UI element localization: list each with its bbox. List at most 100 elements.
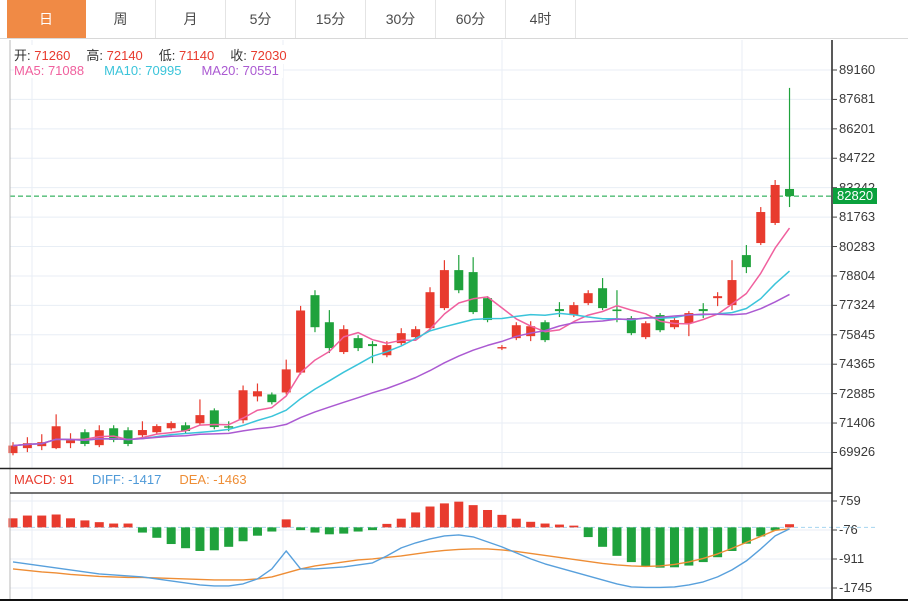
- candle-body: [468, 272, 478, 313]
- axis-tick-label: 86201: [839, 120, 876, 136]
- field-label: 低:: [158, 48, 176, 63]
- macd-bar: [281, 519, 291, 528]
- axis-tick-label: 75845: [839, 326, 876, 342]
- candle-body: [770, 184, 780, 223]
- macd-bar: [224, 527, 234, 547]
- candle-body: [152, 426, 162, 433]
- candle-body: [281, 369, 291, 393]
- readout-field: 低: 71140: [159, 45, 214, 64]
- macd-bar: [296, 527, 306, 531]
- macd-bar: [612, 527, 622, 556]
- tab-月[interactable]: 月: [156, 0, 226, 38]
- candle-body: [425, 292, 435, 329]
- macd-bar: [439, 503, 449, 528]
- gridlines: [10, 40, 832, 600]
- macd-bar: [324, 527, 334, 535]
- field-value: 71140: [175, 48, 215, 63]
- tab-60分[interactable]: 60分: [436, 0, 506, 38]
- candle-body: [267, 394, 277, 403]
- macd-bar: [684, 527, 694, 566]
- field-value: 72030: [246, 48, 287, 63]
- readout-field: MA5: 71088: [14, 63, 84, 78]
- candle-body: [612, 309, 622, 312]
- axis-tick-label: 87681: [839, 91, 876, 107]
- macd-bar: [209, 527, 219, 551]
- ma10-line: [12, 270, 791, 447]
- macd-bar: [66, 518, 76, 528]
- axis-tick-label: 78804: [839, 267, 876, 283]
- macd-bar: [22, 515, 32, 528]
- field-label: DEA:: [179, 472, 210, 487]
- readout-field: 高: 72140: [86, 45, 142, 64]
- tab-15分[interactable]: 15分: [296, 0, 366, 38]
- tab-日[interactable]: 日: [7, 0, 86, 38]
- macd-bar: [497, 514, 507, 528]
- candle-body: [296, 310, 306, 373]
- kline-chart-app: 日周月 5分 15分 30分 60分 4时 开: 71260 高: 72140 低: 7114…: [0, 0, 908, 602]
- field-value: 71260: [30, 48, 71, 63]
- macd-bar: [425, 506, 435, 528]
- ma-readout: MA5: 71088 MA10: 70995 MA20: 70551: [14, 63, 283, 78]
- field-value: 91: [55, 472, 74, 487]
- candle-body: [785, 188, 795, 197]
- field-label: DIFF:: [91, 472, 125, 487]
- macd-bar: [181, 527, 191, 549]
- axis-tick-label: 69926: [839, 444, 876, 460]
- chart-canvas[interactable]: [0, 0, 908, 602]
- macd-bar: [785, 524, 795, 528]
- macd-bar: [396, 518, 406, 528]
- tab-30分[interactable]: 30分: [366, 0, 436, 38]
- macd-bar: [51, 514, 61, 528]
- macd-bar: [526, 521, 536, 528]
- candle-body: [583, 293, 593, 304]
- macd-bar: [554, 524, 564, 528]
- axis-tick-label: -911: [839, 551, 865, 566]
- macd-bar: [37, 515, 47, 528]
- axis-tick-label: 89160: [839, 62, 876, 77]
- candle-body: [252, 391, 262, 397]
- candle-body: [641, 323, 651, 338]
- macd-bar: [382, 523, 392, 528]
- field-label: 高:: [86, 48, 104, 63]
- candle-body: [66, 440, 76, 444]
- macd-bar: [641, 527, 651, 567]
- readout-field: 收: 72030: [230, 45, 286, 64]
- macd-bar: [238, 527, 248, 542]
- candle-body: [554, 309, 564, 312]
- axis-tick-label: 74365: [839, 356, 876, 372]
- field-value: -1417: [124, 472, 162, 487]
- field-label: 开:: [14, 48, 31, 63]
- macd-bar: [540, 523, 550, 528]
- macd-bar: [468, 505, 478, 528]
- field-value: 72140: [103, 48, 143, 63]
- field-value: 70995: [141, 63, 182, 78]
- candle-body: [51, 426, 61, 449]
- macd-bar: [166, 527, 176, 545]
- readout-field: MACD: 91: [14, 472, 74, 487]
- field-value: 70551: [239, 63, 279, 78]
- axis-tick-label: -76: [839, 522, 858, 537]
- candle-body: [224, 426, 234, 428]
- field-value: 71088: [44, 63, 85, 78]
- macd-bar: [569, 525, 579, 528]
- field-label: MACD:: [14, 472, 56, 487]
- macd-bar: [252, 527, 262, 536]
- macd-bar: [598, 527, 608, 547]
- tab-5分[interactable]: 5分: [226, 0, 296, 38]
- macd-readout: MACD: 91 DIFF: -1417 DEA: -1463: [14, 472, 247, 487]
- period-tab-bar: 日周月 5分 15分 30分 60分 4时: [0, 0, 908, 39]
- macd-bar: [655, 527, 665, 568]
- readout-field: MA20: 70551: [201, 63, 278, 78]
- candle-body: [698, 309, 708, 312]
- tab-4时[interactable]: 4时: [506, 0, 576, 38]
- macd-bar: [80, 520, 90, 528]
- macd-bar: [368, 527, 377, 531]
- macd-bar: [94, 522, 104, 528]
- macd-bar: [583, 527, 593, 538]
- candle-body: [454, 270, 464, 291]
- tab-周[interactable]: 周: [86, 0, 156, 38]
- candle-body: [123, 430, 133, 444]
- candle-body: [598, 288, 608, 309]
- candle-body: [166, 423, 176, 429]
- macd-bar: [353, 527, 363, 532]
